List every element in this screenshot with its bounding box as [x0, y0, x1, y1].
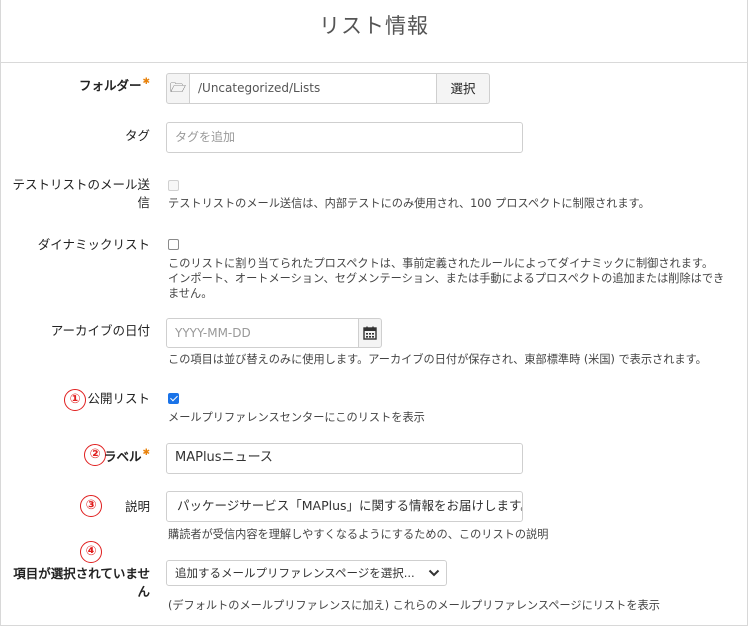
archive-date-help: この項目は並び替えのみに使用します。アーカイブの日付が保存され、東部標準時 (米… [168, 353, 707, 366]
test-email-label: テストリストのメール送信 [12, 177, 150, 210]
folder-icon-addon: 🗁 [166, 73, 190, 104]
archive-date-input[interactable]: YYYY-MM-DD [166, 318, 359, 348]
description-input[interactable]: パッケージサービス「MAPlus」に関する情報をお届けします。 [166, 491, 523, 522]
dynamic-list-checkbox[interactable] [168, 239, 179, 250]
tags-input[interactable]: タグを追加 [166, 122, 523, 153]
pref-pages-help: (デフォルトのメールプリファレンスに加え) これらのメールプリファレンスページに… [168, 599, 660, 612]
description-label: 説明 [124, 499, 150, 514]
marker-4: ④ [80, 541, 102, 563]
dynamic-list-label: ダイナミックリスト [37, 237, 150, 252]
public-list-checkbox[interactable] [168, 393, 179, 404]
pref-page-select[interactable]: 追加するメールプリファレンスページを選択... [166, 560, 447, 586]
calendar-button[interactable] [358, 318, 382, 348]
pref-page-select-text: 追加するメールプリファレンスページを選択... [175, 566, 415, 580]
chevron-down-icon [428, 569, 440, 577]
required-indicator: ✱ [142, 448, 150, 458]
archive-date-label: アーカイブの日付 [50, 323, 150, 338]
header: リスト情報 [0, 0, 748, 63]
folder-select-button[interactable]: 選択 [436, 73, 490, 104]
pref-pages-label: 項目が選択されていません [13, 566, 150, 599]
marker-2: ② [84, 444, 106, 466]
page-title: リスト情報 [319, 14, 429, 38]
public-list-label: 公開リスト [87, 391, 150, 406]
folder-icon: 🗁 [169, 81, 187, 96]
label-field-label: ラベル✱ [103, 448, 150, 464]
tags-label: タグ [124, 128, 150, 143]
description-help: 購読者が受信内容を理解しやすくなるようにするための、このリストの説明 [168, 528, 549, 541]
test-email-help: テストリストのメール送信は、内部テストにのみ使用され、100 プロスペクトに制限… [168, 197, 650, 210]
test-email-checkbox [168, 180, 179, 191]
marker-3: ③ [80, 495, 102, 517]
label-input[interactable]: MAPlusニュース [166, 443, 523, 474]
marker-1: ① [64, 389, 86, 411]
required-indicator: ✱ [142, 77, 150, 87]
folder-label: フォルダー✱ [78, 77, 150, 93]
dynamic-list-help: このリストに割り当てられたプロスペクトは、事前定義されたルールによってダイナミッ… [168, 257, 725, 300]
calendar-icon [363, 326, 377, 340]
public-list-help: メールプリファレンスセンターにこのリストを表示 [168, 411, 425, 424]
folder-path-field: /Uncategorized/Lists [189, 73, 437, 104]
